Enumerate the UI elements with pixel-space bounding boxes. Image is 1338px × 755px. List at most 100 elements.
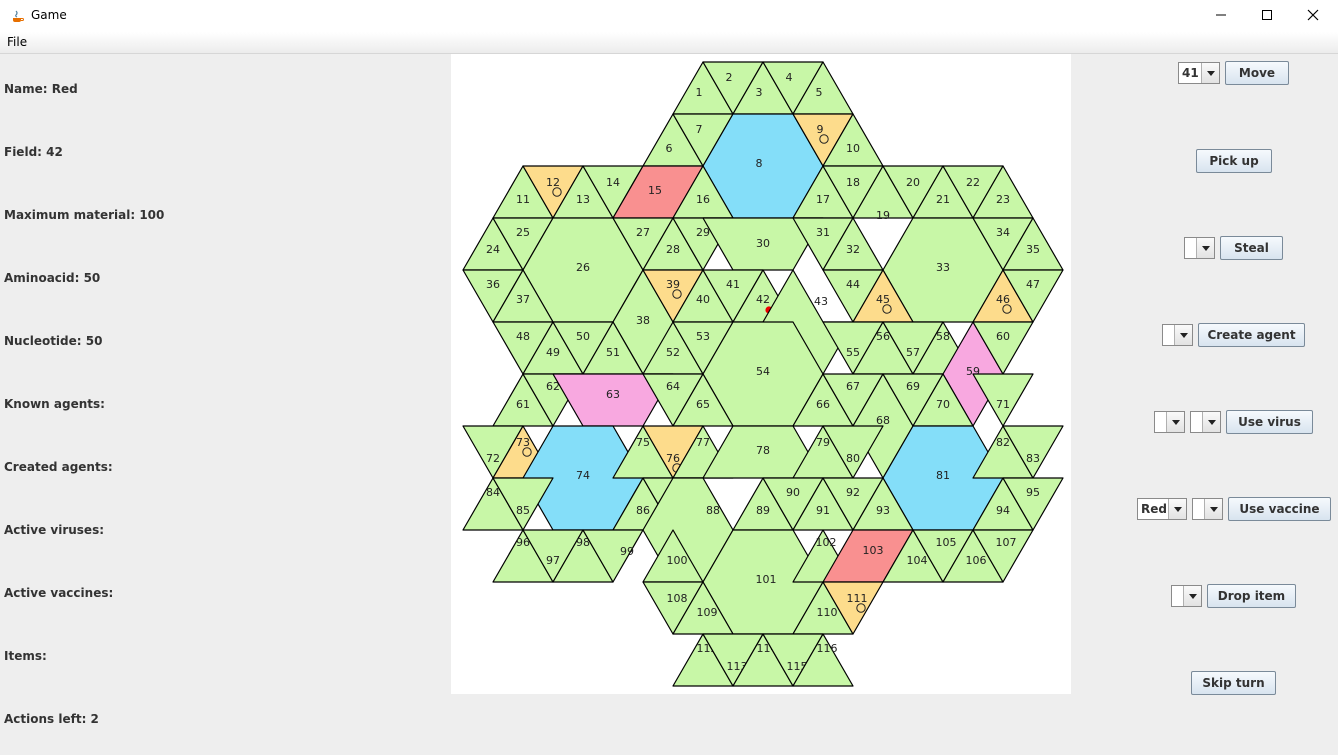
field-number: 31 [816, 226, 830, 239]
java-app-icon [10, 8, 24, 22]
actions-left-label: Actions left: 2 [4, 712, 99, 726]
close-icon [1307, 9, 1319, 21]
field-number: 76 [666, 452, 680, 465]
vaccine-agent-value [1193, 499, 1204, 519]
field-number: 27 [636, 226, 650, 239]
field-number: 28 [666, 243, 680, 256]
field-number: 5 [816, 86, 823, 99]
field-number: 75 [636, 436, 650, 449]
chevron-down-icon [1201, 63, 1219, 83]
field-number: 60 [996, 330, 1010, 343]
virus-agent-combo[interactable] [1154, 411, 1185, 433]
max-material-label: Maximum material: 100 [4, 208, 165, 222]
move-target-combo[interactable]: 41 [1178, 62, 1220, 84]
use-vaccine-button[interactable]: Use vaccine [1228, 497, 1331, 521]
field-number: 30 [756, 237, 770, 250]
field-number: 57 [906, 346, 920, 359]
field-number: 84 [486, 486, 500, 499]
drop-item-value [1172, 586, 1183, 606]
field-number: 78 [756, 444, 770, 457]
field-number: 26 [576, 261, 590, 274]
field-number: 107 [996, 536, 1017, 549]
field-number: 97 [546, 554, 560, 567]
field-number: 44 [846, 278, 860, 291]
field-number: 85 [516, 504, 530, 517]
chevron-down-icon [1174, 325, 1192, 345]
field-number: 45 [876, 293, 890, 306]
field-number: 9 [817, 123, 824, 136]
field-number: 94 [996, 504, 1010, 517]
game-board: 1 2 3 4 5 6 7 8 9 10 11 12 13 14 15 16 17 18 19 20 21 22 23 24 2… [451, 54, 1071, 694]
chevron-down-icon [1183, 586, 1201, 606]
drop-item-combo[interactable] [1171, 585, 1202, 607]
field-number: 69 [906, 380, 920, 393]
field-number: 63 [606, 388, 620, 401]
menu-bar: File [0, 32, 1338, 54]
field-number: 105 [936, 536, 957, 549]
field-number: 12 [546, 176, 560, 189]
field-number: 70 [936, 398, 950, 411]
menu-file[interactable]: File [7, 35, 27, 49]
field-number: 103 [863, 544, 884, 557]
field-number: 110 [817, 606, 838, 619]
steal-button[interactable]: Steal [1220, 236, 1283, 260]
field-number: 3 [756, 86, 763, 99]
pick-up-button[interactable]: Pick up [1196, 149, 1272, 173]
field-number: 17 [816, 193, 830, 206]
field-number: 18 [846, 176, 860, 189]
field-number: 72 [486, 452, 500, 465]
field-number: 36 [486, 278, 500, 291]
field-number: 24 [486, 243, 500, 256]
field-number: 29 [696, 226, 710, 239]
steal-target-combo[interactable] [1184, 237, 1215, 259]
skip-turn-button[interactable]: Skip turn [1191, 671, 1276, 695]
field-number: 13 [576, 193, 590, 206]
known-agents-label: Known agents: [4, 397, 105, 411]
field-number: 46 [996, 293, 1010, 306]
field-number: 91 [816, 504, 830, 517]
field-number: 81 [936, 469, 950, 482]
create-agent-combo[interactable] [1162, 324, 1193, 346]
nucleotide-label: Nucleotide: 50 [4, 334, 103, 348]
chevron-down-icon [1196, 238, 1214, 258]
vaccine-agent-combo[interactable] [1192, 498, 1223, 520]
move-button[interactable]: Move [1225, 61, 1289, 85]
drop-item-button[interactable]: Drop item [1207, 584, 1296, 608]
field-number: 95 [1026, 486, 1040, 499]
field-number: 93 [876, 504, 890, 517]
field-number: 66 [816, 398, 830, 411]
virus-agent-value [1155, 412, 1166, 432]
use-virus-button[interactable]: Use virus [1226, 410, 1313, 434]
close-button[interactable] [1290, 0, 1336, 30]
window-title: Game [31, 8, 67, 22]
field-number: 32 [846, 243, 860, 256]
field-number: 65 [696, 398, 710, 411]
vaccine-target-combo[interactable]: Red [1137, 498, 1187, 520]
create-agent-button[interactable]: Create agent [1198, 323, 1305, 347]
maximize-button[interactable] [1244, 0, 1290, 30]
minimize-button[interactable] [1198, 0, 1244, 30]
field-number: 58 [936, 330, 950, 343]
move-target-value: 41 [1182, 66, 1199, 80]
field-number: 39 [666, 278, 680, 291]
create-agent-value [1163, 325, 1174, 345]
field-number: 6 [666, 142, 673, 155]
field-number: 16 [696, 193, 710, 206]
field-number: 1 [696, 86, 703, 99]
field-number: 108 [667, 592, 688, 605]
virus-target-combo[interactable] [1190, 411, 1221, 433]
maximize-icon [1262, 10, 1272, 20]
created-agents-label: Created agents: [4, 460, 113, 474]
field-number: 37 [516, 293, 530, 306]
field-number: 7 [696, 123, 703, 136]
field-number: 33 [936, 261, 950, 274]
field-number: 41 [726, 278, 740, 291]
field-number: 67 [846, 380, 860, 393]
field-number: 64 [666, 380, 680, 393]
field-number: 101 [756, 573, 777, 586]
vaccine-target-value: Red [1141, 502, 1167, 516]
active-viruses-label: Active viruses: [4, 523, 105, 537]
field-number: 51 [606, 346, 620, 359]
field-number: 86 [636, 504, 650, 517]
field-number: 109 [697, 606, 718, 619]
